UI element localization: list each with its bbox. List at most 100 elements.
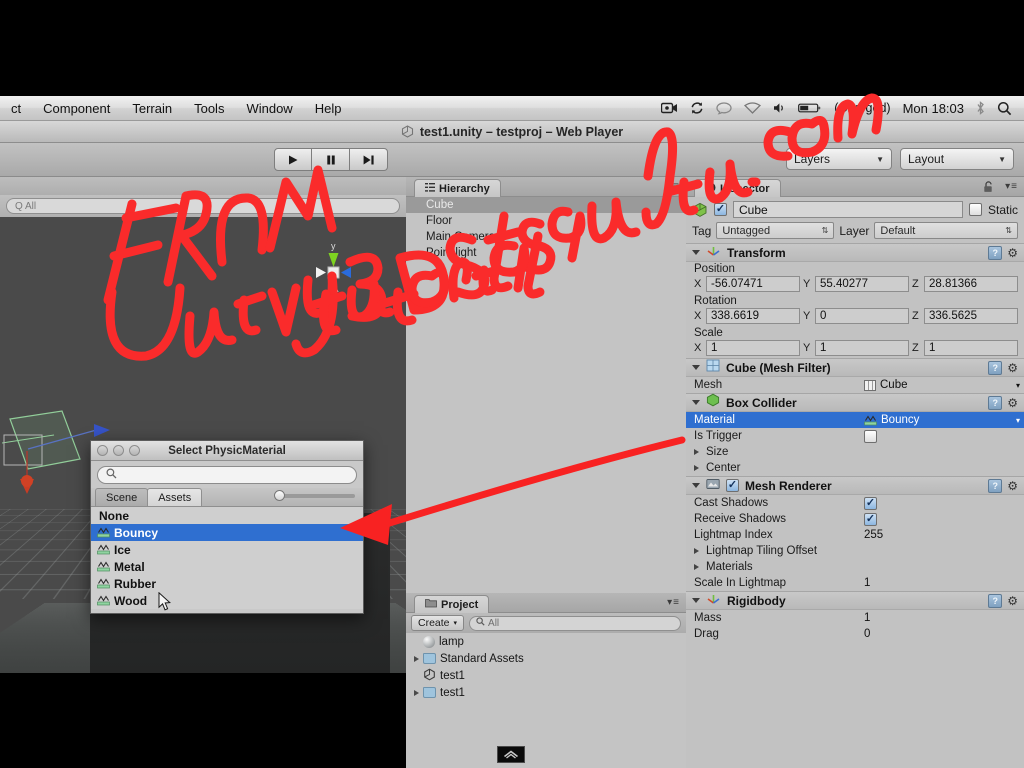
window-title-bar[interactable]: test1.unity – testproj – Web Player [0, 121, 1024, 143]
object-active-checkbox[interactable] [714, 203, 727, 216]
mesh-object-field[interactable]: Cube ▾ [864, 379, 1024, 391]
hierarchy-item-main-camera[interactable]: Main Camera [406, 229, 686, 245]
disclosure-triangle-icon[interactable] [694, 465, 699, 471]
is-trigger-checkbox[interactable] [864, 429, 877, 443]
hierarchy-item-floor[interactable]: Floor [406, 213, 686, 229]
lightmap-index-value[interactable]: 255 [864, 529, 1024, 541]
collider-material-object-field[interactable]: Bouncy ▾ [864, 414, 1024, 426]
slider-handle[interactable] [274, 490, 285, 501]
foldout-triangle-icon[interactable] [692, 400, 700, 405]
help-icon[interactable]: ? [988, 478, 1003, 493]
create-button[interactable]: Create ▾ [411, 615, 465, 631]
component-header-mesh-renderer[interactable]: Mesh Renderer ? ⚙ [686, 476, 1024, 495]
close-icon[interactable] [97, 445, 108, 456]
mesh-renderer-enabled-checkbox[interactable] [726, 479, 739, 492]
position-x-input[interactable]: -56.07471 [706, 276, 800, 292]
hierarchy-list[interactable]: Cube Floor Main Camera Point light [406, 197, 686, 593]
collider-material-row[interactable]: Material Bouncy ▾ [686, 412, 1024, 428]
drag-value[interactable]: 0 [864, 628, 1024, 640]
screen-recorder-icon[interactable] [661, 102, 678, 114]
battery-icon[interactable] [798, 102, 822, 114]
layer-dropdown[interactable]: Default ⇅ [874, 222, 1018, 239]
tab-assets[interactable]: Assets [147, 488, 203, 506]
rotation-x-input[interactable]: 338.6619 [706, 308, 800, 324]
help-icon[interactable]: ? [988, 360, 1003, 375]
position-z-input[interactable]: 28.81366 [924, 276, 1018, 292]
material-item-metal[interactable]: Metal [91, 558, 363, 575]
hierarchy-item-point-light[interactable]: Point light [406, 245, 686, 261]
is-trigger-row[interactable]: Is Trigger [686, 428, 1024, 444]
help-icon[interactable]: ? [988, 395, 1003, 410]
spotlight-search-icon[interactable] [997, 101, 1012, 116]
disclosure-triangle-icon[interactable] [694, 548, 699, 554]
help-icon[interactable]: ? [988, 593, 1003, 608]
collider-size-row[interactable]: Size [686, 444, 1024, 460]
scene-search-input[interactable]: Q All [6, 198, 400, 214]
dialog-search-input[interactable] [97, 466, 357, 484]
scale-in-lightmap-row[interactable]: Scale In Lightmap 1 [686, 575, 1024, 591]
project-asset-list[interactable]: lamp Standard Assets test1 test1 [406, 633, 686, 768]
foldout-triangle-icon[interactable] [692, 250, 700, 255]
tab-scene[interactable]: Scene [95, 488, 149, 506]
mass-row[interactable]: Mass 1 [686, 610, 1024, 626]
mass-value[interactable]: 1 [864, 612, 1024, 624]
disclosure-triangle-icon[interactable] [694, 564, 699, 570]
menu-item-window[interactable]: Window [235, 96, 303, 121]
volume-icon[interactable] [773, 102, 786, 114]
help-icon[interactable]: ? [988, 245, 1003, 260]
step-button[interactable] [350, 148, 388, 171]
tab-hierarchy[interactable]: Hierarchy [414, 179, 501, 197]
layers-dropdown[interactable]: Layers ▼ [786, 148, 892, 170]
rotation-z-input[interactable]: 336.5625 [924, 308, 1018, 324]
player-expand-button[interactable] [497, 746, 525, 763]
scale-y-input[interactable]: 1 [815, 340, 909, 356]
foldout-triangle-icon[interactable] [692, 483, 700, 488]
foldout-triangle-icon[interactable] [692, 365, 700, 370]
gear-icon[interactable]: ⚙ [1007, 479, 1018, 493]
scale-z-input[interactable]: 1 [924, 340, 1018, 356]
mesh-property-row[interactable]: Mesh Cube ▾ [686, 377, 1024, 393]
gear-icon[interactable]: ⚙ [1007, 396, 1018, 410]
project-options-menu-icon[interactable]: ▾≡ [667, 597, 680, 608]
project-item-lamp[interactable]: lamp [406, 633, 686, 650]
disclosure-triangle-icon[interactable] [414, 655, 419, 662]
foldout-triangle-icon[interactable] [692, 598, 700, 603]
inspector-options-menu-icon[interactable]: ▾≡ [1005, 181, 1018, 192]
project-search-input[interactable]: All [469, 615, 681, 631]
play-button[interactable] [274, 148, 312, 171]
scale-x-input[interactable]: 1 [706, 340, 800, 356]
gear-icon[interactable]: ⚙ [1007, 594, 1018, 608]
scene-axis-gizmo[interactable]: y [298, 239, 368, 309]
scale-in-lightmap-value[interactable]: 1 [864, 577, 1024, 589]
component-header-transform[interactable]: Transform ? ⚙ [686, 243, 1024, 262]
receive-shadows-checkbox[interactable] [864, 512, 877, 526]
menu-item-tools[interactable]: Tools [183, 96, 235, 121]
gear-icon[interactable]: ⚙ [1007, 361, 1018, 375]
menu-item-component[interactable]: Component [32, 96, 121, 121]
wifi-icon[interactable] [744, 102, 762, 114]
drag-row[interactable]: Drag 0 [686, 626, 1024, 642]
tab-project[interactable]: Project [414, 595, 490, 613]
pause-button[interactable] [312, 148, 350, 171]
project-item-test1-folder[interactable]: test1 [406, 684, 686, 701]
preview-size-slider[interactable] [274, 490, 355, 501]
physic-material-list[interactable]: None Bouncy Ice Metal Rubber Wood [91, 507, 363, 609]
inspector-lock-icon[interactable] [983, 180, 994, 198]
hierarchy-item-cube[interactable]: Cube [406, 197, 686, 213]
menu-item-truncated[interactable]: ct [0, 96, 32, 121]
hierarchy-options-menu-icon[interactable]: ▾≡ [667, 181, 680, 192]
disclosure-triangle-icon[interactable] [694, 449, 699, 455]
component-header-rigidbody[interactable]: Rigidbody ? ⚙ [686, 591, 1024, 610]
zoom-icon[interactable] [129, 445, 140, 456]
project-item-standard-assets[interactable]: Standard Assets [406, 650, 686, 667]
menu-item-help[interactable]: Help [304, 96, 353, 121]
receive-shadows-row[interactable]: Receive Shadows [686, 511, 1024, 527]
object-name-input[interactable]: Cube [733, 201, 963, 218]
rotation-y-input[interactable]: 0 [815, 308, 909, 324]
lightmap-index-row[interactable]: Lightmap Index 255 [686, 527, 1024, 543]
disclosure-triangle-icon[interactable] [414, 689, 419, 696]
static-checkbox[interactable] [968, 203, 982, 216]
gear-icon[interactable]: ⚙ [1007, 246, 1018, 260]
tab-inspector[interactable]: Inspector [694, 179, 781, 197]
cast-shadows-checkbox[interactable] [864, 496, 877, 510]
